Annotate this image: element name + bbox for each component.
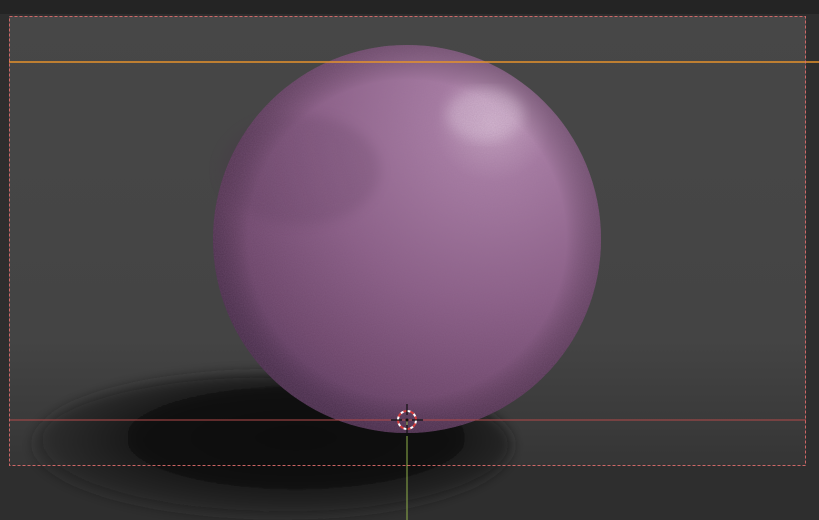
top-bar-strip: [0, 0, 819, 14]
sphere-object[interactable]: [213, 45, 601, 433]
3d-viewport[interactable]: [0, 0, 819, 520]
viewport-canvas[interactable]: [0, 0, 819, 520]
